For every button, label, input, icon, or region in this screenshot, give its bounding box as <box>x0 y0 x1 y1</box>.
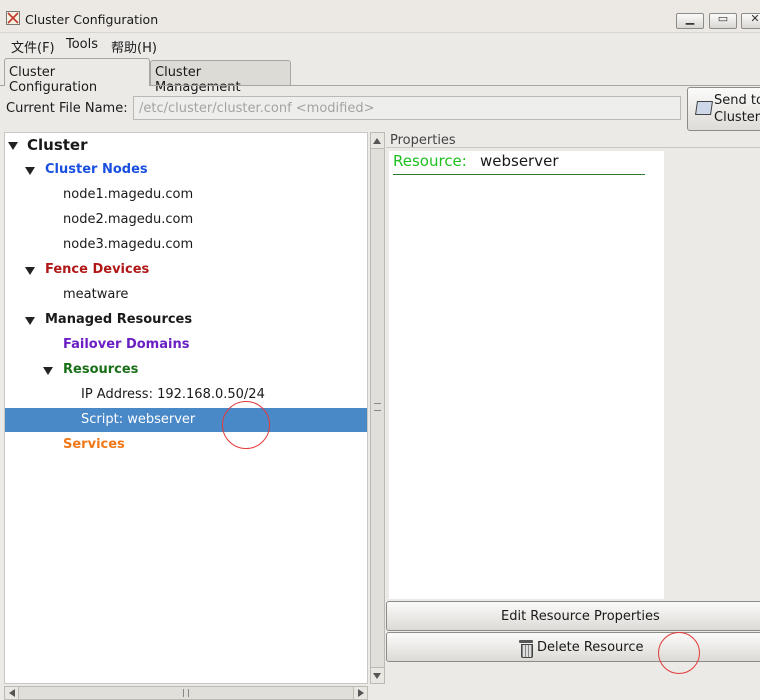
current-file-label: Current File Name: <box>6 101 128 116</box>
resource-underline <box>393 174 645 175</box>
scroll-down-button[interactable] <box>371 667 384 683</box>
tree-label-script: Script: webserver <box>81 412 196 427</box>
tree-item-cluster[interactable]: Cluster <box>5 133 367 157</box>
tree-label-node3: node3.magedu.com <box>63 237 194 252</box>
tree-vertical-scrollbar[interactable] <box>370 132 385 684</box>
arrow-up-icon <box>373 138 381 144</box>
send-button-label-line2: Cluster <box>714 110 760 125</box>
edit-resource-properties-button[interactable]: Edit Resource Properties <box>386 601 760 631</box>
tree-label-failover-domains: Failover Domains <box>63 337 190 352</box>
tree-item-services[interactable]: Services <box>5 433 367 457</box>
tab-cluster-configuration[interactable]: Cluster Configuration <box>4 58 150 95</box>
current-file-input[interactable] <box>133 96 681 120</box>
window-title: Cluster Configuration <box>25 12 159 27</box>
tree-horizontal-scrollbar[interactable] <box>4 686 368 700</box>
tree-item-fence-devices[interactable]: Fence Devices <box>5 258 367 282</box>
tree-label-managed-resources: Managed Resources <box>45 312 193 327</box>
expander-fence-devices-icon[interactable] <box>25 267 35 275</box>
tree-label-cluster: Cluster <box>27 136 88 154</box>
tree-label-fence-devices: Fence Devices <box>45 262 150 277</box>
tree-item-ip-address[interactable]: IP Address: 192.168.0.50/24 <box>5 383 367 407</box>
scroll-left-button[interactable] <box>5 687 19 699</box>
cluster-tree[interactable]: Cluster Cluster Nodes node1.magedu.com n… <box>4 132 368 684</box>
scroll-right-button[interactable] <box>353 687 367 699</box>
menu-tools[interactable]: Tools <box>66 37 98 52</box>
properties-panel <box>389 151 664 599</box>
tree-label-node1: node1.magedu.com <box>63 187 194 202</box>
scroll-up-button[interactable] <box>371 133 384 149</box>
resource-key: Resource: <box>393 152 467 170</box>
menu-file[interactable]: 文件(F) <box>11 37 55 56</box>
tree-item-meatware[interactable]: meatware <box>5 283 367 307</box>
delete-button-label: Delete Resource <box>537 640 644 655</box>
splitter-grip[interactable] <box>374 403 381 411</box>
minimize-button[interactable]: ▁ <box>676 12 704 29</box>
tab-cluster-management[interactable]: Cluster Management <box>150 60 291 95</box>
tree-label-resources: Resources <box>63 362 139 377</box>
tree-item-node3[interactable]: node3.magedu.com <box>5 233 367 257</box>
minimize-icon: ▁ <box>685 12 695 25</box>
expander-resources-icon[interactable] <box>43 367 53 375</box>
tree-label-services: Services <box>63 437 125 452</box>
tree-item-node1[interactable]: node1.magedu.com <box>5 183 367 207</box>
tree-label-ip-address: IP Address: 192.168.0.50/24 <box>81 387 265 402</box>
tree-item-resources[interactable]: Resources <box>5 358 367 382</box>
resource-value: webserver <box>480 152 559 170</box>
tree-label-node2: node2.magedu.com <box>63 212 194 227</box>
properties-label: Properties <box>390 133 456 148</box>
send-button-label-line1: Send to <box>714 93 760 108</box>
delete-resource-button[interactable]: Delete Resource <box>386 632 760 662</box>
arrow-down-icon <box>373 673 381 679</box>
title-bar: Cluster Configuration ▁ ▭ ✕ <box>0 0 760 33</box>
tree-item-node2[interactable]: node2.magedu.com <box>5 208 367 232</box>
scroll-grip[interactable] <box>183 689 189 697</box>
tree-label-cluster-nodes: Cluster Nodes <box>45 162 148 177</box>
app-icon <box>6 11 20 25</box>
close-icon: ✕ <box>750 12 760 25</box>
arrow-left-icon <box>9 689 15 697</box>
send-icon <box>695 101 713 115</box>
expander-managed-resources-icon[interactable] <box>25 317 35 325</box>
send-to-cluster-button[interactable]: Send to Cluster <box>687 87 760 131</box>
expander-cluster-icon[interactable] <box>8 142 18 150</box>
annotation-circle-script <box>222 401 270 449</box>
tree-item-cluster-nodes[interactable]: Cluster Nodes <box>5 158 367 182</box>
menu-help[interactable]: 帮助(H) <box>111 37 157 56</box>
maximize-icon: ▭ <box>717 12 729 25</box>
tree-item-managed-resources[interactable]: Managed Resources <box>5 308 367 332</box>
annotation-circle-delete <box>658 632 700 674</box>
expander-cluster-nodes-icon[interactable] <box>25 167 35 175</box>
tree-item-script-webserver[interactable]: Script: webserver <box>5 408 367 432</box>
tree-item-failover-domains[interactable]: Failover Domains <box>5 333 367 357</box>
close-button[interactable]: ✕ <box>741 12 760 29</box>
edit-button-label: Edit Resource Properties <box>501 609 660 624</box>
arrow-right-icon <box>358 689 364 697</box>
maximize-button[interactable]: ▭ <box>709 12 737 29</box>
tree-label-meatware: meatware <box>63 287 129 302</box>
trash-icon <box>519 640 533 658</box>
